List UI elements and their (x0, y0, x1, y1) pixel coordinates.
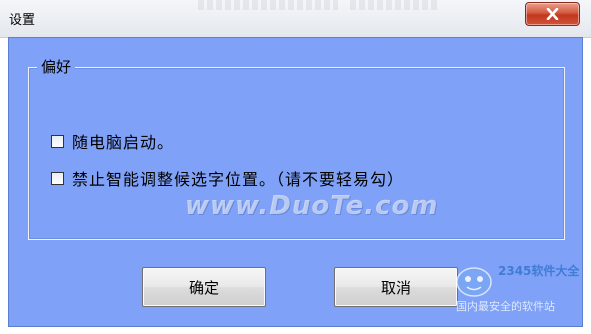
settings-dialog: 设置 偏好 随电脑启动。 禁止智能调整候选字位置。（请不要轻易勾） www.Du… (0, 0, 591, 334)
title-bar[interactable]: 设置 (0, 0, 591, 38)
site-logo: 2345软件大全 国内最安全的软件站 (452, 262, 588, 320)
logo-brand-text: 2345软件大全 (498, 264, 580, 278)
close-button[interactable] (525, 2, 580, 26)
background-ghost-text (198, 0, 338, 10)
disable-smart-position-checkbox[interactable] (51, 171, 64, 185)
startup-checkbox[interactable] (51, 134, 64, 148)
cancel-button[interactable]: 取消 (334, 267, 458, 307)
preferences-group-label: 偏好 (37, 57, 76, 77)
ok-button[interactable]: 确定 (142, 267, 266, 307)
close-icon (546, 8, 559, 20)
window-title: 设置 (9, 13, 36, 28)
disable-smart-position-option[interactable]: 禁止智能调整候选字位置。（请不要轻易勾） (51, 166, 404, 190)
watermark-text: www.DuoTe.com (185, 191, 439, 221)
mascot-icon (456, 267, 492, 297)
background-ghost-text (350, 0, 440, 10)
logo-slogan-text: 国内最安全的软件站 (456, 300, 555, 313)
startup-option-label: 随电脑启动。 (72, 133, 175, 152)
disable-smart-position-label: 禁止智能调整候选字位置。（请不要轻易勾） (72, 170, 405, 189)
startup-option[interactable]: 随电脑启动。 (51, 129, 174, 153)
